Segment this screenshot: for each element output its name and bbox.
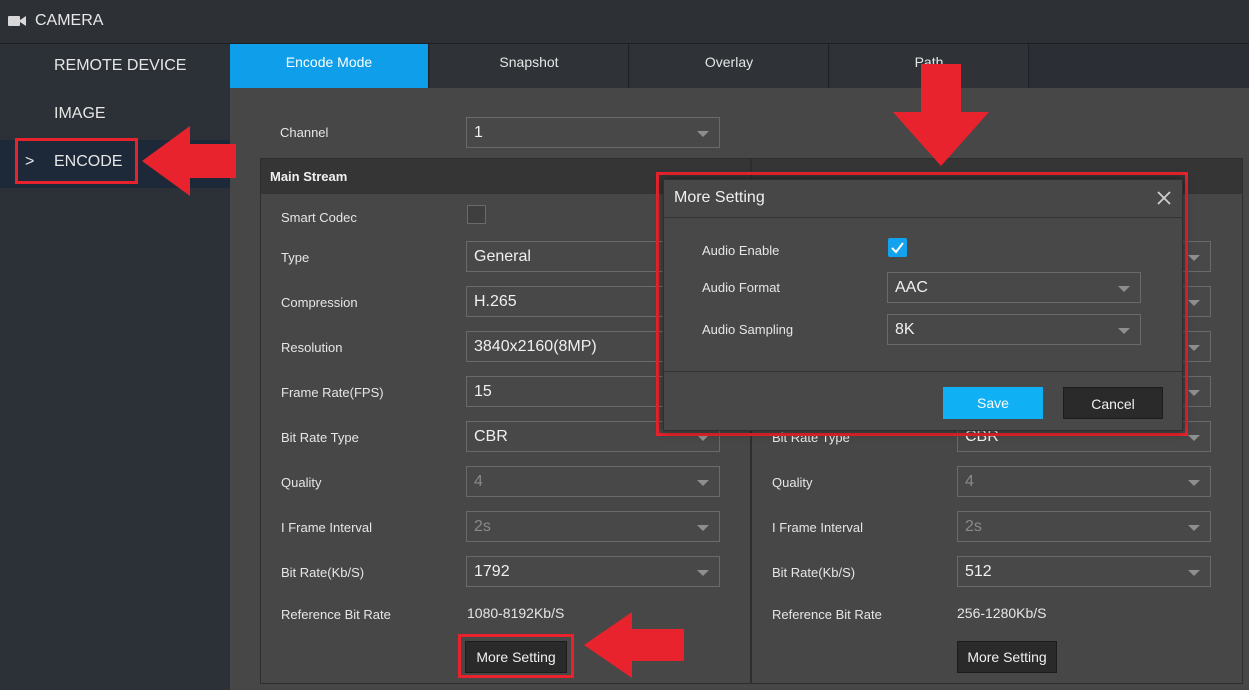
compression-label: Compression: [281, 295, 358, 310]
chevron-down-icon: [697, 480, 709, 486]
cancel-button[interactable]: Cancel: [1063, 387, 1163, 419]
reference-bit-rate-value: 1080-8192Kb/S: [467, 605, 565, 621]
sub-bit-rate-value: 512: [965, 563, 992, 580]
channel-value: 1: [474, 124, 483, 141]
sub-quality-value: 4: [965, 473, 974, 490]
audio-enable-checkbox[interactable]: [888, 238, 907, 257]
chevron-down-icon: [1118, 328, 1130, 334]
chevron-down-icon: [1188, 255, 1200, 261]
main-stream-title: Main Stream: [270, 169, 348, 184]
type-label: Type: [281, 250, 310, 265]
quality-select[interactable]: 4: [466, 466, 720, 497]
audio-format-select[interactable]: AAC: [887, 272, 1141, 303]
bit-rate-label: Bit Rate(Kb/S): [281, 565, 365, 580]
chevron-down-icon: [697, 525, 709, 531]
type-value: General: [474, 248, 531, 265]
chevron-down-icon: [1188, 480, 1200, 486]
channel-select[interactable]: 1: [466, 117, 720, 148]
sub-reference-bit-rate-label: Reference Bit Rate: [772, 607, 882, 622]
sub-quality-select[interactable]: 4: [957, 466, 1211, 497]
quality-label: Quality: [281, 475, 322, 490]
chevron-down-icon: [1188, 300, 1200, 306]
i-frame-interval-select[interactable]: 2s: [466, 511, 720, 542]
sub-reference-bit-rate-value: 256-1280Kb/S: [957, 605, 1047, 621]
audio-format-value: AAC: [895, 279, 928, 296]
top-bar: CAMERA: [0, 0, 1249, 44]
channel-label: Channel: [280, 125, 329, 140]
chevron-down-icon: [1188, 390, 1200, 396]
close-icon[interactable]: [1154, 188, 1174, 208]
audio-sampling-select[interactable]: 8K: [887, 314, 1141, 345]
bit-rate-select[interactable]: 1792: [466, 556, 720, 587]
i-frame-interval-value: 2s: [474, 518, 491, 535]
sub-i-frame-interval-label: I Frame Interval: [772, 520, 864, 535]
i-frame-interval-label: I Frame Interval: [281, 520, 373, 535]
frame-rate-value: 15: [474, 383, 492, 400]
smart-codec-checkbox[interactable]: [467, 205, 486, 224]
sub-bit-rate-label: Bit Rate(Kb/S): [772, 565, 856, 580]
sub-i-frame-interval-select[interactable]: 2s: [957, 511, 1211, 542]
more-setting-highlight-box: [458, 634, 574, 678]
bit-rate-type-label: Bit Rate Type: [281, 430, 359, 445]
bit-rate-value: 1792: [474, 563, 510, 580]
red-arrow-left-icon: [584, 612, 684, 678]
dialog-title: More Setting: [674, 189, 765, 206]
tab-encode-mode[interactable]: Encode Mode: [230, 44, 429, 88]
chevron-down-icon: [1188, 525, 1200, 531]
resolution-label: Resolution: [281, 340, 343, 355]
dialog-header: More Setting: [664, 180, 1182, 218]
chevron-down-icon: [1118, 286, 1130, 292]
bit-rate-type-value: CBR: [474, 428, 508, 445]
sub-i-frame-interval-value: 2s: [965, 518, 982, 535]
sub-quality-label: Quality: [772, 475, 813, 490]
encode-highlight-box: [15, 138, 138, 184]
audio-sampling-label: Audio Sampling: [702, 322, 794, 337]
smart-codec-label: Smart Codec: [281, 210, 357, 225]
dialog-divider: [664, 371, 1182, 372]
frame-rate-label: Frame Rate(FPS): [281, 385, 384, 400]
chevron-down-icon: [1188, 435, 1200, 441]
check-icon: [891, 242, 904, 254]
sidebar-item-remote-device[interactable]: REMOTE DEVICE: [0, 44, 230, 92]
sub-bit-rate-select[interactable]: 512: [957, 556, 1211, 587]
quality-value: 4: [474, 473, 483, 490]
chevron-down-icon: [697, 131, 709, 137]
audio-format-label: Audio Format: [702, 280, 781, 295]
sidebar-item-label: IMAGE: [54, 105, 106, 122]
sub-more-setting-button[interactable]: More Setting: [957, 641, 1057, 673]
compression-value: H.265: [474, 293, 517, 310]
chevron-down-icon: [1188, 570, 1200, 576]
sidebar-item-label: REMOTE DEVICE: [54, 57, 187, 74]
reference-bit-rate-label: Reference Bit Rate: [281, 607, 391, 622]
chevron-down-icon: [697, 570, 709, 576]
camera-icon: [8, 16, 26, 26]
save-button[interactable]: Save: [943, 387, 1043, 419]
audio-sampling-value: 8K: [895, 321, 915, 338]
audio-enable-label: Audio Enable: [702, 243, 780, 258]
chevron-down-icon: [1188, 345, 1200, 351]
more-setting-dialog: More Setting Audio Enable Audio Format A…: [663, 179, 1183, 431]
page-title: CAMERA: [35, 12, 104, 29]
red-arrow-down-icon: [893, 64, 989, 166]
camera-encode-page: CAMERA REMOTE DEVICE IMAGE > ENCODE Enco…: [0, 0, 1249, 690]
resolution-value: 3840x2160(8MP): [474, 338, 597, 355]
tab-snapshot[interactable]: Snapshot: [430, 44, 629, 88]
red-arrow-left-icon: [142, 126, 236, 196]
tab-overlay[interactable]: Overlay: [630, 44, 829, 88]
